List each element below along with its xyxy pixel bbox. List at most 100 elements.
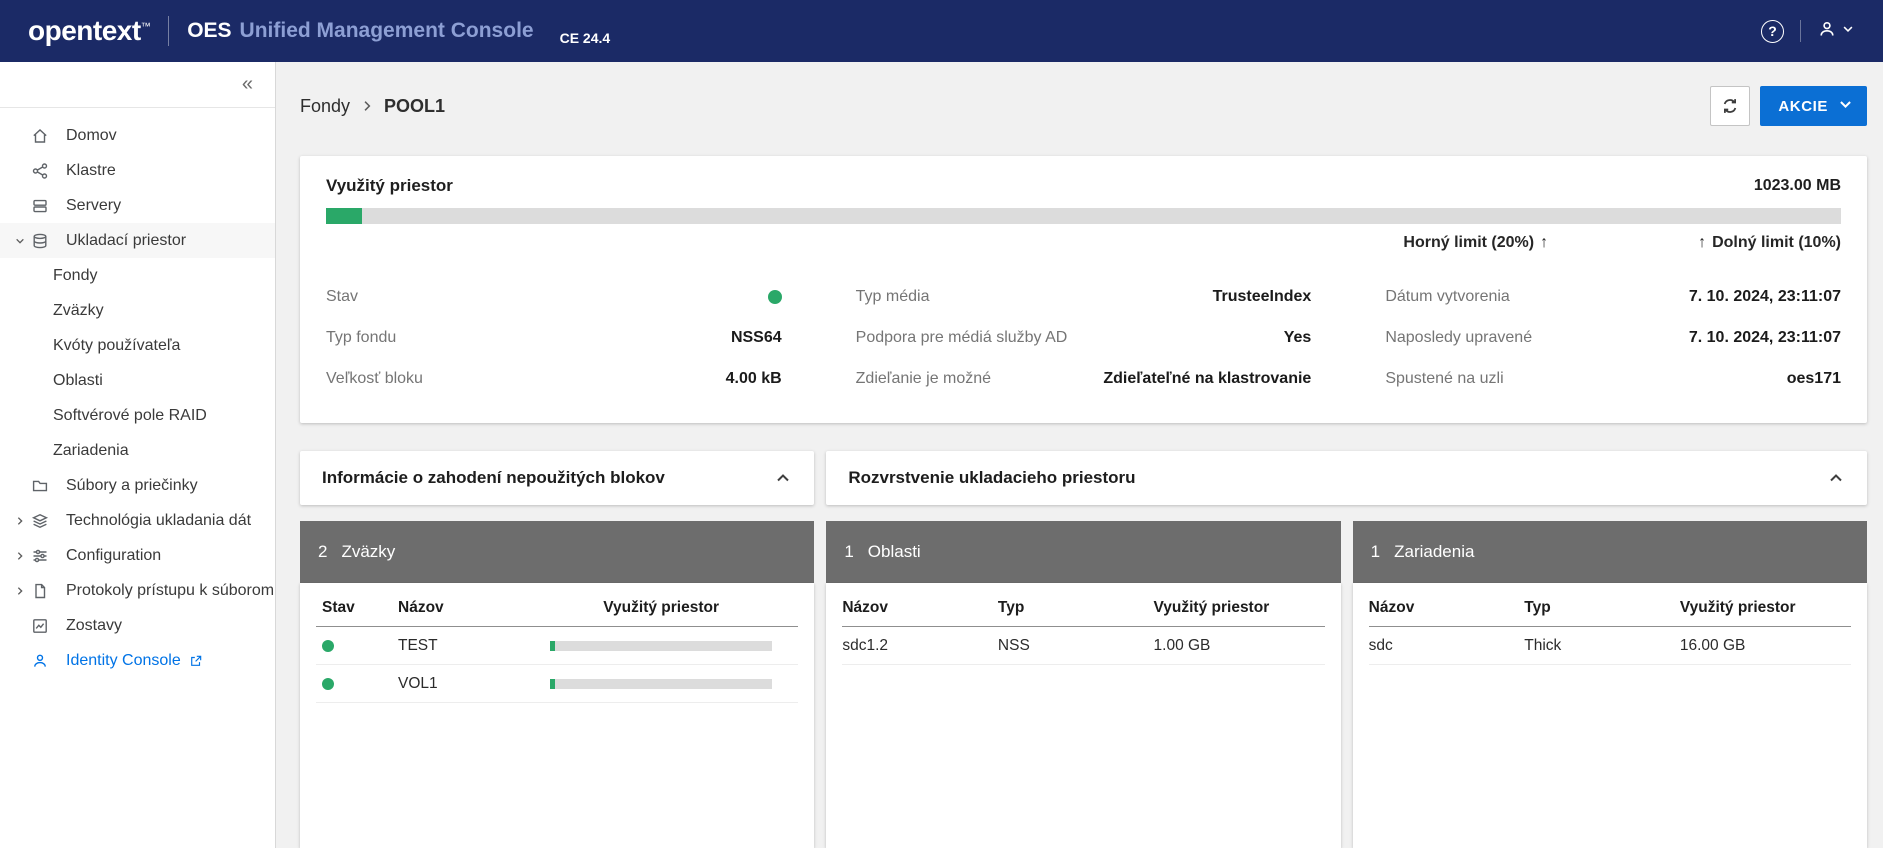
breadcrumb-parent[interactable]: Fondy (300, 96, 350, 117)
table-row[interactable]: VOL1 (316, 665, 798, 703)
user-menu[interactable] (1817, 19, 1855, 44)
discard-info-section-header: Informácie o zahodení nepoužitých blokov (300, 451, 814, 505)
pool-details-grid: Stav Typ fondu NSS64 Veľkosť bloku 4.00 … (326, 276, 1841, 399)
pool-summary-card: Využitý priestor 1023.00 MB Horný limit … (300, 156, 1867, 423)
detail-zdielanie: Zdieľanie je možné Zdieľateľné na klastr… (856, 358, 1312, 399)
breadcrumb-row: Fondy POOL1 AKCIE (300, 86, 1867, 126)
pool-head: Využitý priestor 1023.00 MB (326, 176, 1841, 196)
lower-limit: ↑ Dolný limit (10%) (1698, 234, 1841, 252)
sidebar-item-label: Identity Console (66, 652, 181, 670)
detail-typ-media: Typ média TrusteeIndex (856, 276, 1312, 317)
sidebar-item-domov[interactable]: Domov (0, 118, 275, 153)
product-name-bold: OES (187, 19, 231, 43)
sidebar-item-klastre[interactable]: Klastre (0, 153, 275, 188)
sidebar-item-servery[interactable]: Servery (0, 188, 275, 223)
chevron-down-icon (9, 235, 31, 247)
sidebar-item-label: Configuration (66, 547, 161, 565)
volume-used-bar (550, 641, 772, 651)
used-space-progress-fill (326, 208, 362, 224)
sidebar-item-subory-a-priecinky[interactable]: Súbory a priečinky (0, 468, 275, 503)
section-header-row: Informácie o zahodení nepoužitých blokov… (300, 451, 1867, 505)
status-dot (768, 290, 782, 304)
sidebar-collapse-button[interactable]: « (242, 73, 253, 96)
sidebar-item-ukladaci-priestor[interactable]: Ukladací priestor (0, 223, 275, 258)
refresh-button[interactable] (1710, 86, 1750, 126)
up-arrow-icon: ↑ (1540, 234, 1548, 252)
layers-icon (31, 512, 55, 530)
chevron-up-icon[interactable] (774, 469, 792, 487)
sidebar-item-label: Softvérové pole RAID (53, 407, 207, 425)
volume-name: VOL1 (398, 675, 524, 693)
sidebar-item-kvoty-pouzivatela[interactable]: Kvóty používateľa (0, 328, 275, 363)
volumes-count: 2 (318, 542, 327, 562)
sidebar-nav: Domov Klastre Servery Ukladací priestor … (0, 108, 275, 678)
opentext-logo: opentext™ (28, 17, 150, 45)
volumes-panel-header: 2 Zväzky (300, 521, 814, 583)
volumes-panel: 2 Zväzky Stav Názov Využitý priestor TES… (300, 521, 814, 848)
sidebar-item-label: Ukladací priestor (66, 232, 186, 250)
sidebar-item-zariadenia[interactable]: Zariadenia (0, 433, 275, 468)
sidebar-item-label: Zväzky (53, 302, 104, 320)
partitions-table-header: Názov Typ Využitý priestor (842, 589, 1324, 627)
detail-velkost-bloku: Veľkosť bloku 4.00 kB (326, 358, 782, 399)
sidebar-header: « (0, 62, 275, 108)
partitions-title: Oblasti (868, 542, 921, 562)
devices-title: Zariadenia (1394, 542, 1474, 562)
devices-count: 1 (1371, 542, 1380, 562)
detail-datum-vytvorenia: Dátum vytvorenia 7. 10. 2024, 23:11:07 (1385, 276, 1841, 317)
sidebar-item-fondy[interactable]: Fondy (0, 258, 275, 293)
logo-text: opentext (28, 15, 141, 46)
partitions-panel-header: 1 Oblasti (826, 521, 1340, 583)
sidebar-item-label: Klastre (66, 162, 116, 180)
sidebar-item-label: Súbory a priečinky (66, 477, 198, 495)
volumes-table-header: Stav Názov Využitý priestor (316, 589, 798, 627)
sidebar-item-label: Zostavy (66, 617, 122, 635)
version-badge: CE 24.4 (560, 30, 611, 46)
sidebar-item-oblasti[interactable]: Oblasti (0, 363, 275, 398)
chevron-down-icon (1841, 22, 1855, 41)
actions-button-label: AKCIE (1778, 98, 1828, 115)
breadcrumb-current: POOL1 (384, 96, 445, 117)
chevron-right-icon (9, 515, 31, 527)
actions-button[interactable]: AKCIE (1760, 86, 1867, 126)
sidebar-item-label: Oblasti (53, 372, 103, 390)
detail-naposledy-upravene: Naposledy upravené 7. 10. 2024, 23:11:07 (1385, 317, 1841, 358)
brand-area: opentext™ OES Unified Management Console… (28, 16, 610, 46)
partitions-panel-body: Názov Typ Využitý priestor sdc1.2 NSS 1.… (826, 583, 1340, 848)
sidebar: « Domov Klastre Servery Ukladací (0, 62, 276, 848)
chevron-up-icon[interactable] (1827, 469, 1845, 487)
table-row[interactable]: sdc1.2 NSS 1.00 GB (842, 627, 1324, 665)
details-column-3: Dátum vytvorenia 7. 10. 2024, 23:11:07 N… (1385, 276, 1841, 399)
table-row[interactable]: TEST (316, 627, 798, 665)
sidebar-item-configuration[interactable]: Configuration (0, 538, 275, 573)
partition-type: NSS (998, 637, 1154, 655)
sidebar-item-softverove-pole-raid[interactable]: Softvérové pole RAID (0, 398, 275, 433)
used-space-progressbar (326, 208, 1841, 224)
file-protocol-icon (31, 582, 55, 600)
sidebar-item-technologia-ukladania-dat[interactable]: Technológia ukladania dát (0, 503, 275, 538)
devices-panel-body: Názov Typ Využitý priestor sdc Thick 16.… (1353, 583, 1867, 848)
cluster-icon (31, 162, 55, 180)
status-dot (322, 678, 334, 690)
product-title: OES Unified Management Console (187, 19, 533, 43)
folder-icon (31, 477, 55, 495)
detail-stav: Stav (326, 276, 782, 317)
limits-row: Horný limit (20%) ↑ ↑ Dolný limit (10%) (326, 234, 1841, 252)
sidebar-item-zvazky[interactable]: Zväzky (0, 293, 275, 328)
chevron-down-icon (1838, 97, 1853, 116)
devices-panel-header: 1 Zariadenia (1353, 521, 1867, 583)
used-space-total: 1023.00 MB (1754, 177, 1841, 195)
sidebar-item-protokoly-pristupu-k-suborom[interactable]: Protokoly prístupu k súborom (0, 573, 275, 608)
help-icon[interactable]: ? (1761, 20, 1784, 43)
server-icon (31, 197, 55, 215)
details-column-1: Stav Typ fondu NSS64 Veľkosť bloku 4.00 … (326, 276, 782, 399)
sidebar-item-identity-console[interactable]: Identity Console (0, 643, 275, 678)
breadcrumb-separator-icon (360, 99, 374, 113)
used-space-title: Využitý priestor (326, 176, 453, 196)
top-bar: opentext™ OES Unified Management Console… (0, 0, 1883, 62)
detail-spustene-na-uzli: Spustené na uzli oes171 (1385, 358, 1841, 399)
table-row[interactable]: sdc Thick 16.00 GB (1369, 627, 1851, 665)
sidebar-item-label: Kvóty používateľa (53, 337, 180, 355)
sidebar-item-zostavy[interactable]: Zostavy (0, 608, 275, 643)
volumes-panel-body: Stav Názov Využitý priestor TEST VOL1 (300, 583, 814, 848)
